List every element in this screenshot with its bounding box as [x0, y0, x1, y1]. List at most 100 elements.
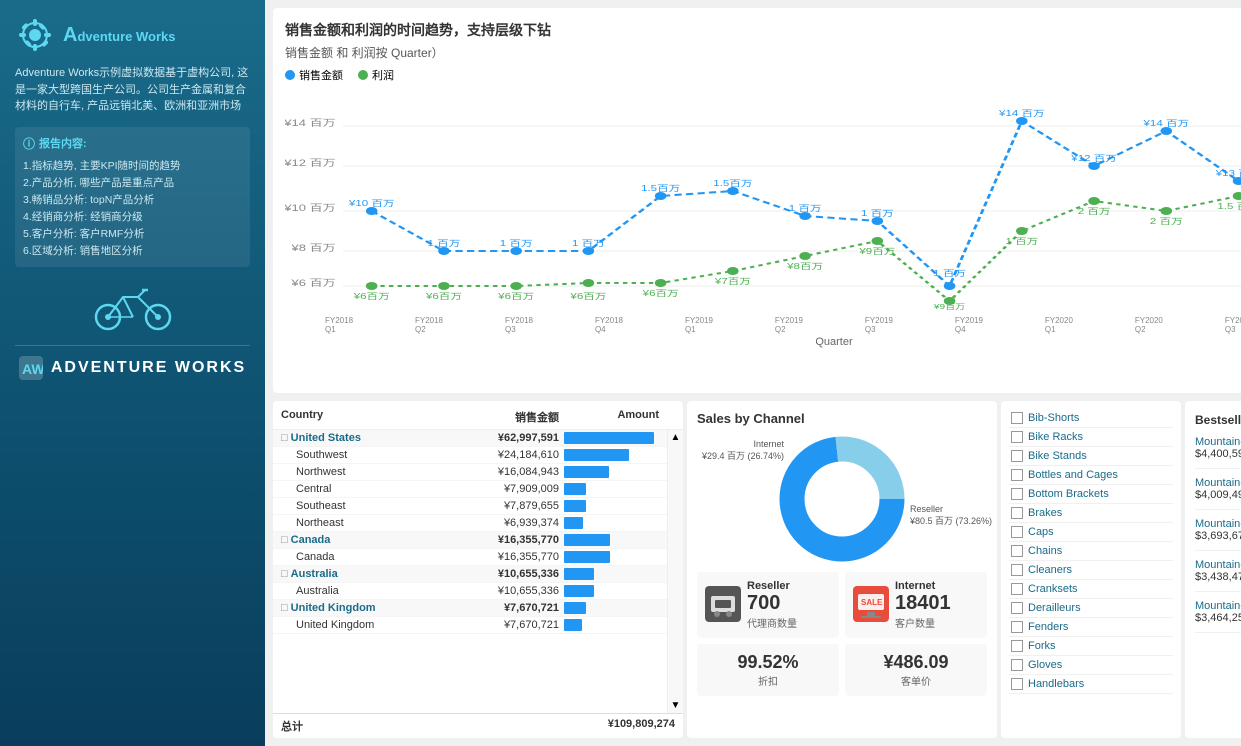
- product-list-item[interactable]: Derailleurs: [1009, 599, 1173, 618]
- product-checkbox[interactable]: [1011, 526, 1023, 538]
- x-axis-title: Quarter: [285, 336, 1241, 348]
- product-checkbox[interactable]: [1011, 431, 1023, 443]
- discount-value: 99.52%: [705, 652, 831, 673]
- internet-stat-info: Internet 18401 客户数量: [895, 580, 951, 630]
- country-sales: ¥10,655,336: [459, 568, 559, 580]
- product-list-item[interactable]: Caps: [1009, 523, 1173, 542]
- line-chart: 1.5 百万 1.0 百万 0.5 百万 ¥14 百万 ¥12 百万 ¥10 百…: [285, 91, 1241, 311]
- product-list-item[interactable]: Bike Racks: [1009, 428, 1173, 447]
- svg-text:¥8百万: ¥8百万: [786, 262, 823, 272]
- table-row[interactable]: United Kingdom ¥7,670,721: [273, 617, 667, 634]
- svg-text:1.5百万: 1.5百万: [641, 184, 680, 194]
- svg-text:¥14 百万: ¥14 百万: [998, 109, 1045, 119]
- bar-cell: [559, 619, 659, 631]
- scrollbar[interactable]: ▲ ▼: [667, 430, 683, 713]
- product-checkbox[interactable]: [1011, 659, 1023, 671]
- bestsell-product-name: Mountain-200 Black, 38: [1195, 436, 1241, 448]
- svg-text:¥6百万: ¥6百万: [497, 292, 534, 302]
- product-checkbox[interactable]: [1011, 469, 1023, 481]
- svg-text:1 百万: 1 百万: [1005, 237, 1038, 247]
- product-list-item[interactable]: Bottles and Cages: [1009, 466, 1173, 485]
- svg-text:¥14 百万: ¥14 百万: [285, 119, 336, 129]
- table-row[interactable]: Australia ¥10,655,336: [273, 583, 667, 600]
- chart-area: 销售金额和利润的时间趋势，支持层级下钻 点此选择一个时间点查看 销售金额 和 利…: [273, 8, 1241, 393]
- scroll-up-button[interactable]: ▲: [669, 430, 683, 445]
- bestsell-item[interactable]: Mountain-200 Silver, 38$3,693,678: [1195, 518, 1241, 551]
- report-item: 3.畅销品分析: topN产品分析: [23, 191, 242, 208]
- bestsell-product-price: $4,009,495: [1195, 489, 1241, 501]
- product-list-item[interactable]: Cleaners: [1009, 561, 1173, 580]
- product-checkbox[interactable]: [1011, 488, 1023, 500]
- legend-sales: 销售金额: [285, 67, 343, 83]
- table-row[interactable]: Canada ¥16,355,770: [273, 549, 667, 566]
- table-row[interactable]: □ United States ¥62,997,591: [273, 430, 667, 447]
- channel-panel: Sales by Channel Internet ¥29.4 百万 (26.7…: [687, 401, 997, 738]
- table-row[interactable]: Central ¥7,909,009: [273, 481, 667, 498]
- bar: [564, 449, 629, 461]
- country-sales: ¥7,670,721: [459, 602, 559, 614]
- product-list-item[interactable]: Bib-Shorts: [1009, 409, 1173, 428]
- product-checkbox[interactable]: [1011, 507, 1023, 519]
- bike-icon-area: [15, 282, 250, 335]
- bar: [564, 602, 586, 614]
- donut-svg: [762, 434, 922, 564]
- table-row[interactable]: □ United Kingdom ¥7,670,721: [273, 600, 667, 617]
- bestsell-product-price: $3,693,678: [1195, 530, 1241, 542]
- product-list-item[interactable]: Cranksets: [1009, 580, 1173, 599]
- product-list-item[interactable]: Bottom Brackets: [1009, 485, 1173, 504]
- bestsell-item[interactable]: Mountain-200 Silver, 46$3,464,25: [1195, 600, 1241, 633]
- product-checkbox[interactable]: [1011, 564, 1023, 576]
- logo-icon: AW: [19, 356, 43, 380]
- product-checkbox[interactable]: [1011, 602, 1023, 614]
- bottom-area: Country 销售金额 Amount □ United States ¥6: [265, 397, 1241, 746]
- product-checkbox[interactable]: [1011, 450, 1023, 462]
- table-row[interactable]: Northwest ¥16,084,943: [273, 464, 667, 481]
- company-description: Adventure Works示例虚拟数据基于虚构公司, 这是一家大型跨国生产公…: [15, 65, 250, 115]
- col-amount-header: Amount: [559, 409, 659, 425]
- channel-stats-grid: Reseller 700 代理商数量 SALE: [697, 572, 987, 696]
- table-body-area: □ United States ¥62,997,591 Southwest ¥2…: [273, 430, 683, 713]
- bar-cell: [559, 551, 659, 563]
- expand-icon: □: [281, 534, 288, 546]
- bar: [564, 619, 582, 631]
- table-row[interactable]: Southwest ¥24,184,610: [273, 447, 667, 464]
- svg-text:2 百万: 2 百万: [1150, 217, 1183, 227]
- product-checkbox[interactable]: [1011, 583, 1023, 595]
- scroll-down-button[interactable]: ▼: [669, 698, 683, 713]
- product-checkbox[interactable]: [1011, 678, 1023, 690]
- table-row[interactable]: Southeast ¥7,879,655: [273, 498, 667, 515]
- product-checkbox[interactable]: [1011, 640, 1023, 652]
- product-list-item[interactable]: Fenders: [1009, 618, 1173, 637]
- table-row[interactable]: □ Australia ¥10,655,336: [273, 566, 667, 583]
- svg-text:¥6百万: ¥6百万: [425, 292, 462, 302]
- table-row[interactable]: Northeast ¥6,939,374: [273, 515, 667, 532]
- bestsell-product-name: Mountain-200 Silver, 38: [1195, 518, 1241, 530]
- chart-title: 销售金额和利润的时间趋势，支持层级下钻: [285, 20, 551, 40]
- product-list-item[interactable]: Forks: [1009, 637, 1173, 656]
- product-checkbox[interactable]: [1011, 621, 1023, 633]
- svg-text:¥13 百万: ¥13 百万: [1215, 169, 1241, 179]
- product-checkbox[interactable]: [1011, 412, 1023, 424]
- bestsell-item[interactable]: Mountain-200 Black, 42$4,009,495: [1195, 477, 1241, 510]
- svg-text:1.5百万: 1.5百万: [713, 179, 752, 189]
- bar-cell: [559, 449, 659, 461]
- svg-text:¥10 百万: ¥10 百万: [285, 204, 336, 214]
- table-row[interactable]: □ Canada ¥16,355,770: [273, 532, 667, 549]
- expand-icon: □: [281, 568, 288, 580]
- product-list-item[interactable]: Chains: [1009, 542, 1173, 561]
- bar: [564, 534, 610, 546]
- bestsell-item[interactable]: Mountain-200 Silver, 42$3,438,479: [1195, 559, 1241, 592]
- region-sales: ¥7,879,655: [459, 500, 559, 512]
- bestsell-item[interactable]: Mountain-200 Black, 38$4,400,593: [1195, 436, 1241, 469]
- product-list-item[interactable]: Bike Stands: [1009, 447, 1173, 466]
- bestsell-items-container: Mountain-200 Black, 38$4,400,593Mountain…: [1195, 436, 1241, 633]
- region-sales: ¥16,084,943: [459, 466, 559, 478]
- table-scroll[interactable]: □ United States ¥62,997,591 Southwest ¥2…: [273, 430, 667, 677]
- bar-cell: [559, 466, 659, 478]
- product-list-item[interactable]: Handlebars: [1009, 675, 1173, 694]
- product-list-item[interactable]: Brakes: [1009, 504, 1173, 523]
- product-checkbox[interactable]: [1011, 545, 1023, 557]
- product-list-item[interactable]: Gloves: [1009, 656, 1173, 675]
- table-header: Country 销售金额 Amount: [273, 401, 683, 430]
- svg-text:1.5 百万: 1.5 百万: [1217, 202, 1241, 212]
